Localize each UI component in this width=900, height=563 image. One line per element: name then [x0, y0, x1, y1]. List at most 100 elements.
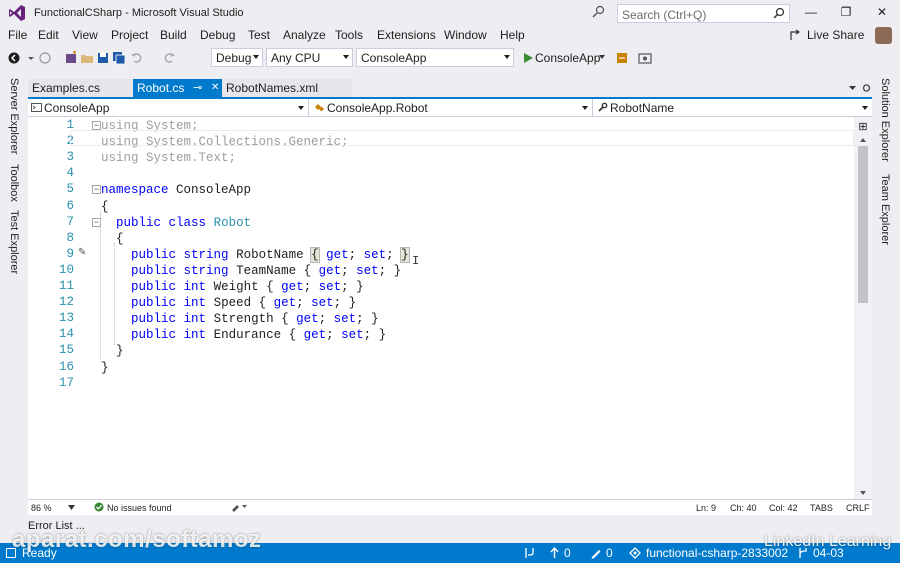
navigation-bar: ConsoleApp ConsoleApp.Robot RobotName — [28, 99, 872, 117]
collapse-region-icon[interactable]: − — [92, 121, 101, 130]
code-text-area[interactable]: using System; using System.Collections.Ge… — [98, 117, 854, 499]
minimize-button[interactable]: — — [804, 5, 818, 19]
back-icon[interactable] — [7, 51, 21, 65]
code-token: get — [318, 263, 342, 278]
code-line[interactable]: { — [101, 231, 124, 247]
restore-button[interactable]: ❐ — [839, 5, 853, 19]
toolbox-tab[interactable]: Toolbox — [8, 164, 20, 202]
hot-reload-icon[interactable] — [615, 51, 629, 65]
solution-explorer-tab[interactable]: Solution Explorer — [879, 78, 891, 162]
avatar[interactable] — [875, 27, 892, 44]
scrollbar-thumb[interactable] — [858, 146, 868, 303]
scroll-down-arrow-icon[interactable] — [859, 490, 867, 496]
code-line[interactable]: public int Weight { get; set; } — [101, 279, 364, 295]
tab-robot-cs[interactable]: Robot.cs ⊸ ✕ — [133, 79, 236, 98]
code-line[interactable]: { — [101, 199, 109, 215]
indent-guide — [114, 242, 115, 346]
code-line[interactable]: namespace ConsoleApp — [101, 182, 251, 198]
save-icon[interactable] — [96, 51, 110, 65]
code-line[interactable]: } — [101, 343, 124, 359]
browser-link-icon[interactable] — [638, 51, 652, 65]
tab-examples-cs[interactable]: Examples.cs — [28, 79, 133, 98]
pending-changes-pencil-icon[interactable] — [590, 547, 602, 559]
menu-analyze[interactable]: Analyze — [283, 28, 326, 42]
zoom-level-dropdown[interactable]: 86 % — [31, 503, 52, 513]
issues-status[interactable]: No issues found — [107, 503, 172, 513]
code-editor[interactable]: 1 2 3 4 5 6 7 8 9 10 11 12 13 14 15 16 17 using System; u… — [28, 117, 872, 499]
settings-gear-icon[interactable] — [862, 83, 871, 93]
split-editor-icon[interactable]: ⊞ — [856, 120, 870, 134]
redo-icon[interactable] — [162, 51, 176, 65]
git-pull-icon[interactable] — [524, 547, 535, 559]
code-line[interactable]: public int Endurance { get; set; } — [101, 327, 386, 343]
menu-help[interactable]: Help — [500, 28, 525, 42]
scroll-up-arrow-icon[interactable] — [859, 137, 867, 143]
menu-view[interactable]: View — [72, 28, 98, 42]
code-line[interactable]: public int Strength { get; set; } — [101, 311, 379, 327]
unpushed-commits-count[interactable]: 0 — [564, 546, 571, 560]
forward-icon[interactable] — [38, 51, 52, 65]
line-number: 5 — [66, 182, 74, 197]
platform-dropdown[interactable]: Any CPU — [266, 48, 353, 67]
code-token: get — [281, 280, 304, 294]
code-token: Speed { — [206, 296, 274, 311]
code-line[interactable]: public int Speed { get; set; } — [101, 295, 356, 311]
pending-changes-count[interactable]: 0 — [606, 546, 613, 560]
menu-window[interactable]: Window — [444, 28, 487, 42]
code-line[interactable]: public class Robot — [101, 215, 251, 231]
open-folder-icon[interactable] — [80, 51, 94, 65]
menu-test[interactable]: Test — [248, 28, 270, 42]
team-explorer-tab[interactable]: Team Explorer — [879, 174, 891, 245]
run-target-button[interactable]: ConsoleApp — [535, 51, 600, 65]
menu-extensions[interactable]: Extensions — [377, 28, 436, 42]
undo-icon[interactable] — [130, 51, 144, 65]
menu-debug[interactable]: Debug — [200, 28, 235, 42]
solution-configuration-dropdown[interactable]: Debug — [211, 48, 263, 67]
menu-project[interactable]: Project — [111, 28, 148, 42]
tab-robotnames-xml[interactable]: RobotNames.xml — [222, 79, 352, 98]
line-number: 17 — [58, 375, 74, 390]
code-token: ; — [303, 280, 319, 294]
server-explorer-tab[interactable]: Server Explorer — [8, 78, 20, 154]
tabs-status[interactable]: TABS — [810, 503, 833, 513]
push-arrow-up-icon[interactable] — [550, 547, 559, 559]
feedback-icon[interactable] — [591, 5, 605, 19]
start-debugging-icon[interactable] — [521, 51, 535, 65]
live-share-button[interactable]: Live Share — [807, 28, 864, 42]
startup-project-dropdown[interactable]: ConsoleApp — [356, 48, 514, 67]
project-navigation-dropdown[interactable]: ConsoleApp — [28, 99, 309, 117]
chevron-down-icon[interactable] — [598, 54, 606, 60]
code-cleanup-brush-icon[interactable] — [230, 502, 248, 512]
search-input[interactable]: Search (Ctrl+Q) — [617, 4, 790, 23]
test-explorer-tab[interactable]: Test Explorer — [8, 210, 20, 274]
close-tab-icon[interactable]: ✕ — [211, 82, 219, 93]
code-token: set — [341, 328, 364, 343]
code-line[interactable]: } — [101, 360, 109, 376]
member-navigation-dropdown[interactable]: RobotName — [594, 99, 872, 117]
line-number: 1 — [66, 118, 74, 132]
code-line[interactable]: public string RobotName { get; set; } — [101, 246, 410, 263]
pin-tab-icon[interactable]: ⊸ — [193, 81, 202, 94]
dropdown-arrow-icon[interactable] — [24, 51, 38, 65]
code-line[interactable]: using System.Text; — [101, 150, 236, 166]
menu-tools[interactable]: Tools — [335, 28, 363, 42]
type-navigation-dropdown[interactable]: ConsoleApp.Robot — [311, 99, 593, 117]
save-all-icon[interactable] — [112, 51, 126, 65]
close-window-button[interactable]: ✕ — [875, 5, 889, 19]
collapse-region-icon[interactable]: − — [92, 185, 101, 195]
code-line[interactable]: public string TeamName { get; set; } — [101, 263, 401, 279]
line-ending-status[interactable]: CRLF — [846, 503, 870, 513]
menu-edit[interactable]: Edit — [38, 28, 59, 42]
chevron-down-icon — [862, 106, 868, 110]
menu-file[interactable]: File — [8, 28, 27, 42]
tab-overflow-chevron-icon[interactable] — [848, 85, 857, 91]
code-token: int — [183, 280, 207, 294]
menu-build[interactable]: Build — [160, 28, 187, 42]
new-project-icon[interactable] — [64, 51, 78, 65]
chevron-down-icon — [582, 106, 588, 110]
